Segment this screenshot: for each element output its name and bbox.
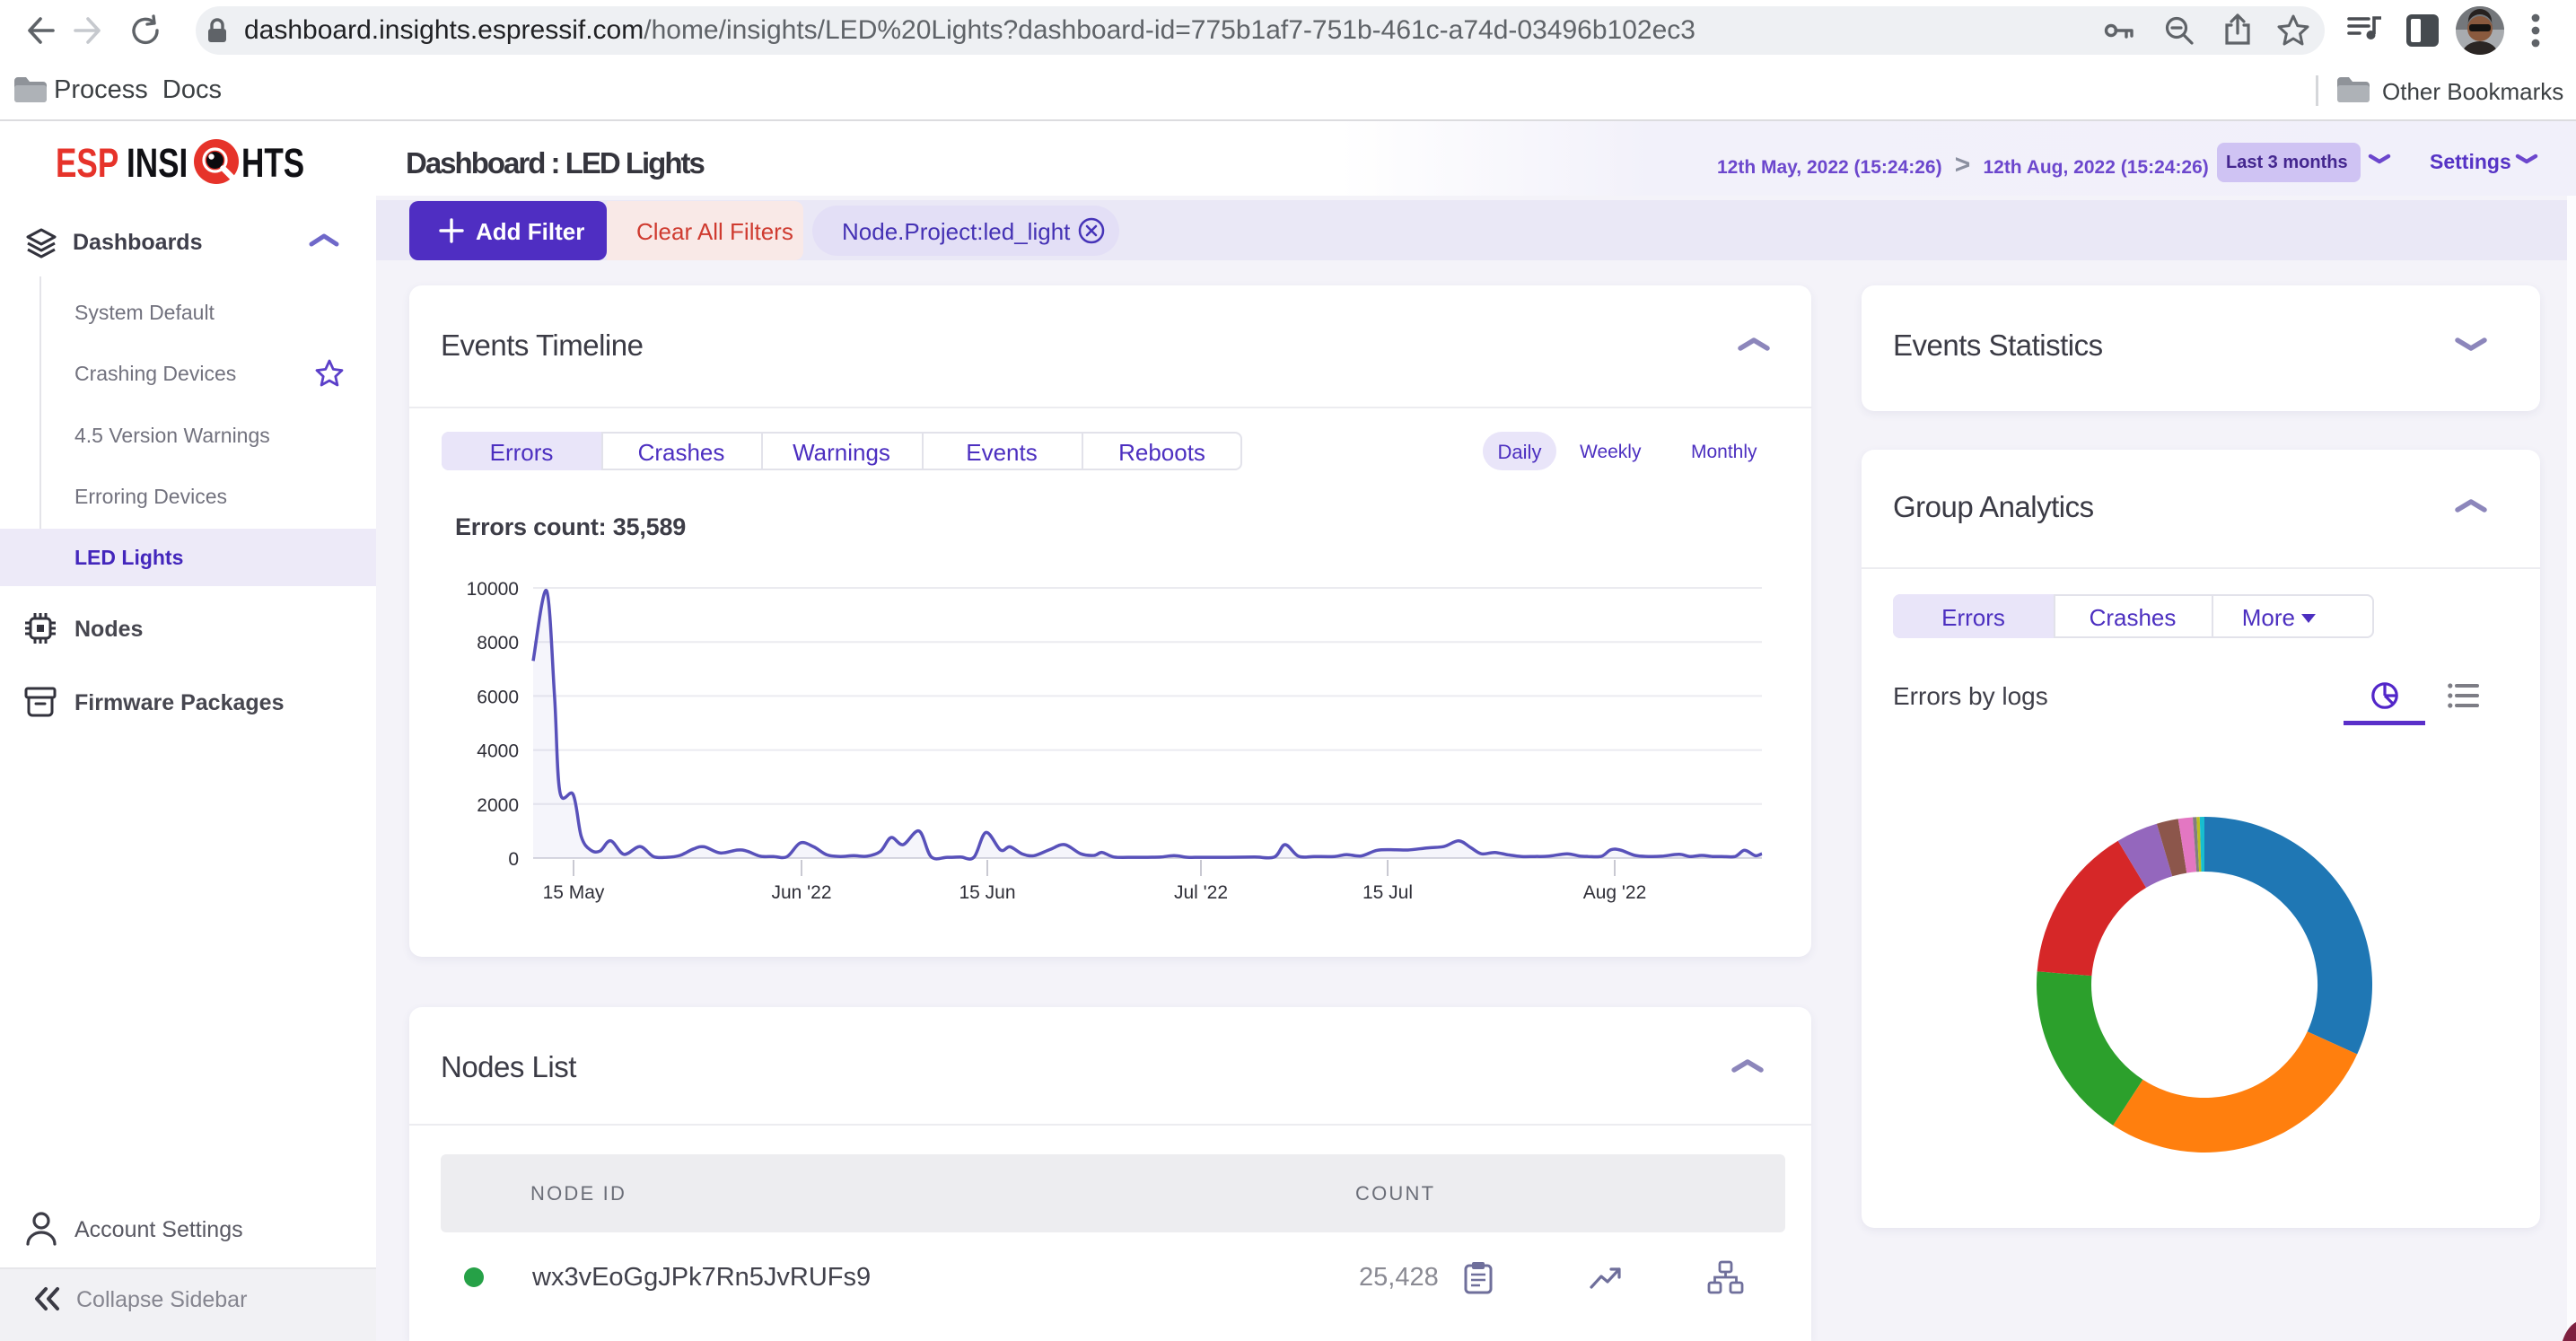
svg-text:15 May: 15 May xyxy=(543,882,605,903)
svg-text:15 Jun: 15 Jun xyxy=(959,882,1015,903)
svg-text:10000: 10000 xyxy=(467,579,519,600)
svg-text:Aug '22: Aug '22 xyxy=(1583,882,1647,903)
svg-text:6000: 6000 xyxy=(477,687,519,707)
svg-text:15 Jul: 15 Jul xyxy=(1362,882,1413,903)
svg-text:Jun '22: Jun '22 xyxy=(771,882,831,903)
svg-text:4000: 4000 xyxy=(477,741,519,762)
svg-text:8000: 8000 xyxy=(477,633,519,653)
svg-text:2000: 2000 xyxy=(477,795,519,816)
svg-text:Jul '22: Jul '22 xyxy=(1174,882,1228,903)
svg-text:0: 0 xyxy=(508,849,519,870)
